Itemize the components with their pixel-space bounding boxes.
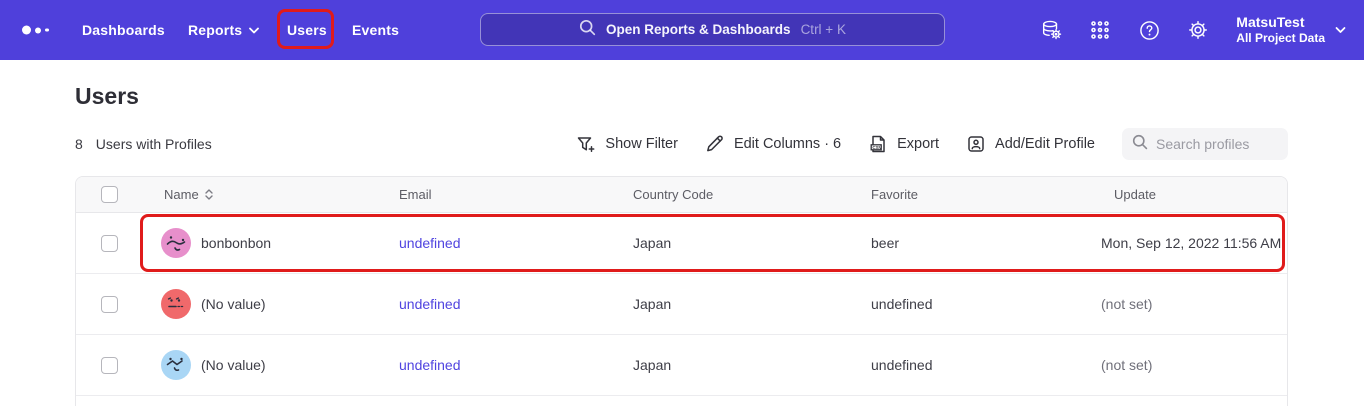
profile-favorite: beer [871, 235, 900, 251]
table-row[interactable]: (No value) undefined Japan undefined (no… [76, 274, 1287, 335]
name-header-label: Name [164, 187, 199, 202]
data-management-icon[interactable] [1040, 19, 1062, 41]
profile-favorite: undefined [871, 296, 933, 312]
profile-card-icon [966, 134, 986, 154]
table-row[interactable]: (No value) undefined Japan undefined (no… [76, 335, 1287, 396]
profile-favorite: undefined [871, 357, 933, 373]
filter-plus-icon [576, 135, 596, 154]
search-icon [1132, 134, 1148, 155]
row-checkbox[interactable] [101, 356, 118, 374]
profile-update: (not set) [1101, 357, 1153, 373]
search-profiles-input[interactable] [1156, 136, 1276, 152]
row-checkbox[interactable] [101, 295, 118, 313]
profiles-count-number: 8 [75, 136, 83, 152]
table-row[interactable]: bonbonbon undefined Japan beer Mon, Sep … [76, 213, 1287, 274]
column-header-country[interactable]: Country Code [633, 187, 871, 202]
users-page: Dashboards Reports Users Events Open Rep… [0, 0, 1364, 406]
project-name: MatsuTest [1236, 13, 1305, 30]
global-search-bar[interactable]: Open Reports & Dashboards Ctrl + K [480, 13, 945, 46]
pencil-icon [705, 134, 725, 154]
nav-item-events[interactable]: Events [352, 22, 399, 38]
project-selector[interactable]: MatsuTest All Project Data [1236, 14, 1346, 47]
column-header-update[interactable]: Update [1101, 187, 1287, 202]
partial-next-row [76, 396, 1287, 405]
nav-item-users[interactable]: Users [287, 22, 327, 38]
row-checkbox[interactable] [101, 234, 118, 252]
column-header-favorite[interactable]: Favorite [871, 187, 1101, 202]
nav-events-label: Events [352, 22, 400, 38]
show-filter-button[interactable]: Show Filter [576, 135, 678, 154]
search-icon [579, 19, 596, 41]
edit-columns-button[interactable]: Edit Columns · 6 [705, 134, 841, 154]
settings-gear-icon[interactable] [1187, 19, 1209, 41]
csv-file-icon: CSV [868, 134, 888, 154]
global-search-label: Open Reports & Dashboards [606, 22, 791, 37]
page-title: Users [75, 83, 139, 109]
mixpanel-logo-icon[interactable] [22, 25, 49, 35]
sort-icon[interactable] [204, 189, 213, 200]
top-navigation-bar: Dashboards Reports Users Events Open Rep… [0, 0, 1364, 60]
avatar [161, 350, 191, 380]
table-toolbar: Show Filter Edit Columns · 6 CSV Export … [576, 127, 1288, 161]
svg-text:CSV: CSV [873, 145, 883, 150]
column-header-email[interactable]: Email [399, 187, 633, 202]
chevron-down-icon [249, 27, 260, 34]
export-label: Export [897, 136, 940, 152]
profile-email[interactable]: undefined [399, 296, 633, 312]
profile-name[interactable]: (No value) [201, 296, 266, 312]
add-edit-profile-button[interactable]: Add/Edit Profile [966, 134, 1095, 154]
apps-grid-icon[interactable] [1089, 19, 1111, 41]
edit-columns-label: Edit Columns · 6 [733, 136, 842, 152]
profile-email[interactable]: undefined [399, 357, 633, 373]
avatar [161, 289, 191, 319]
nav-item-reports[interactable]: Reports [188, 22, 260, 38]
profile-update: (not set) [1101, 296, 1153, 312]
profile-update: Mon, Sep 12, 2022 11:56 AM [1101, 235, 1282, 251]
search-profiles-field[interactable] [1122, 128, 1288, 160]
profiles-count-label: Users with Profiles [95, 136, 212, 152]
profile-email[interactable]: undefined [399, 235, 633, 251]
profile-name[interactable]: (No value) [201, 357, 266, 373]
chevron-down-icon [1335, 21, 1346, 39]
nav-item-dashboards[interactable]: Dashboards [82, 22, 165, 38]
profile-country: Japan [633, 235, 672, 251]
project-subtitle: All Project Data [1236, 31, 1325, 46]
avatar [161, 228, 191, 258]
global-search-shortcut: Ctrl + K [800, 22, 846, 37]
profiles-table: Name Email Country Code Favorite Update [75, 176, 1288, 406]
export-button[interactable]: CSV Export [868, 134, 939, 154]
profile-name[interactable]: bonbonbon [201, 235, 271, 251]
add-edit-profile-label: Add/Edit Profile [995, 136, 1095, 152]
select-all-checkbox[interactable] [101, 186, 118, 203]
nav-reports-label: Reports [188, 22, 243, 38]
show-filter-label: Show Filter [605, 136, 678, 152]
profiles-count: 8 Users with Profiles [75, 136, 212, 152]
profile-country: Japan [633, 296, 672, 312]
column-header-name[interactable]: Name [141, 187, 399, 202]
profile-country: Japan [633, 357, 672, 373]
table-header-row: Name Email Country Code Favorite Update [76, 177, 1287, 213]
nav-dashboards-label: Dashboards [82, 22, 165, 38]
topbar-right-cluster: MatsuTest All Project Data [1040, 0, 1346, 60]
nav-users-label: Users [287, 22, 327, 38]
help-icon[interactable] [1138, 19, 1160, 41]
